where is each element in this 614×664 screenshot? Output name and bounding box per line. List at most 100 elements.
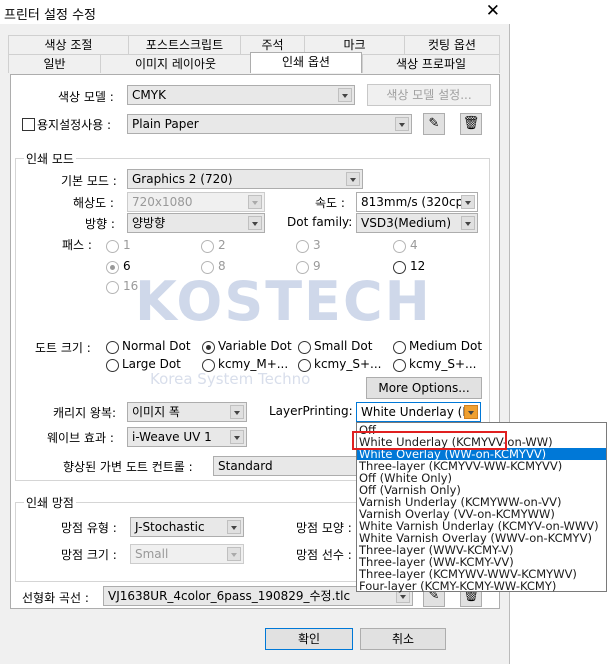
dot-family-select[interactable]: VSD3(Medium) — [356, 213, 478, 233]
highlight-box — [352, 431, 507, 450]
pass-radio-3[interactable] — [296, 240, 309, 253]
pass-radio-6[interactable] — [106, 261, 119, 274]
screen-type-label: 망점 유형 : — [61, 521, 117, 535]
tab-color-profile[interactable]: 색상 프로파일 — [362, 54, 500, 73]
pass-radio-1[interactable] — [106, 240, 119, 253]
tab-color-adjust[interactable]: 색상 조절 — [8, 35, 128, 54]
direction-select[interactable]: 양방향 — [127, 213, 265, 233]
dot-radio-kcmy-s2[interactable] — [393, 359, 406, 372]
screen-type-select[interactable]: J-Stochastic — [130, 517, 244, 537]
dot-label-kcmy-s2: kcmy_S+... — [409, 357, 477, 371]
carriage-value: 이미지 폭 — [132, 405, 180, 419]
wave-select[interactable]: i-Weave UV 1 — [127, 427, 247, 447]
screen-size-select[interactable]: Small — [130, 544, 244, 564]
screening-caption: 인쇄 망점 — [24, 494, 76, 511]
variable-dot-control-label: 향상된 가변 도트 컨트롤 : — [63, 460, 193, 474]
use-paper-settings-checkbox[interactable] — [22, 118, 35, 131]
pass-radio-2[interactable] — [201, 240, 214, 253]
paper-edit-icon[interactable]: ✎ — [423, 113, 445, 135]
pass-label-4: 4 — [410, 238, 418, 252]
screen-size-label: 망점 크기 : — [61, 548, 117, 562]
tab-print-options[interactable]: 인쇄 옵션 — [250, 52, 362, 73]
chevron-down-icon — [395, 117, 409, 131]
layer-printing-value: White Underlay (K — [361, 405, 471, 419]
window-title: 프린터 설정 수정 — [4, 8, 96, 23]
resolution-select[interactable]: 720x1080 — [127, 192, 265, 212]
screen-size-value: Small — [135, 547, 169, 561]
color-model-value: CMYK — [132, 88, 166, 102]
basic-mode-select[interactable]: Graphics 2 (720) — [127, 169, 363, 189]
pass-label-1: 1 — [123, 238, 131, 252]
variable-dot-control-value: Standard — [218, 459, 273, 473]
speed-select[interactable]: 813mm/s (320cps — [356, 192, 478, 212]
chevron-down-icon — [346, 172, 360, 186]
chevron-down-icon — [338, 88, 352, 102]
tab-general[interactable]: 일반 — [8, 54, 100, 73]
color-model-select[interactable]: CMYK — [127, 85, 355, 105]
layer-option[interactable]: Four-layer (KCMY-KCMY-WW-KCMY) — [359, 580, 556, 592]
pass-radio-8[interactable] — [201, 261, 214, 274]
dot-label-small: Small Dot — [314, 339, 373, 353]
tab-postscript[interactable]: 포스트스크립트 — [128, 35, 240, 54]
color-model-label: 색상 모델 : — [58, 90, 114, 104]
dot-label-large: Large Dot — [122, 357, 181, 371]
pass-label-3: 3 — [313, 238, 321, 252]
cancel-button[interactable]: 취소 — [360, 628, 446, 650]
direction-label: 방향 : — [85, 217, 115, 231]
pass-label-9: 9 — [313, 259, 321, 273]
linearization-label: 선형화 곡선 : — [22, 591, 89, 605]
pass-radio-12[interactable] — [393, 261, 406, 274]
pass-label-6: 6 — [123, 259, 131, 273]
use-paper-settings-label: 용지설정사용 : — [37, 118, 112, 132]
dot-size-label: 도트 크기 : — [35, 341, 91, 355]
basic-mode-label: 기본 모드 : — [61, 174, 117, 188]
close-icon[interactable]: ✕ — [486, 1, 500, 21]
chevron-down-icon — [227, 547, 241, 561]
tab-image-layout[interactable]: 이미지 레이아웃 — [100, 54, 250, 73]
print-mode-caption: 인쇄 모드 — [24, 150, 76, 167]
pass-radio-16[interactable] — [106, 281, 119, 294]
trash-icon[interactable]: 🗑 — [460, 113, 482, 135]
screen-lines-label: 망점 선수 : — [296, 548, 352, 562]
dot-family-value: VSD3(Medium) — [361, 216, 452, 230]
layer-printing-label: LayerPrinting: — [269, 404, 353, 418]
dot-radio-kcmy-s1[interactable] — [298, 359, 311, 372]
chevron-down-icon — [230, 430, 244, 444]
pass-radio-4[interactable] — [393, 240, 406, 253]
dot-family-label: Dot family: — [287, 215, 353, 229]
chevron-down-icon — [461, 216, 475, 230]
dot-radio-normal[interactable] — [106, 341, 119, 354]
more-options-button[interactable]: More Options... — [366, 377, 482, 399]
screen-shape-label: 망점 모양 : — [296, 521, 352, 535]
ok-button[interactable]: 확인 — [265, 628, 353, 650]
chevron-down-icon — [230, 405, 244, 419]
dot-radio-variable[interactable] — [202, 341, 215, 354]
chevron-down-icon — [464, 405, 478, 419]
chevron-down-icon — [461, 195, 475, 209]
wave-value: i-Weave UV 1 — [132, 430, 212, 444]
dot-label-medium: Medium Dot — [409, 339, 483, 353]
layer-printing-select[interactable]: White Underlay (K — [356, 402, 481, 422]
variable-dot-control-select[interactable]: Standard — [213, 456, 363, 476]
dot-label-kcmy-m: kcmy_M+... — [218, 357, 289, 371]
dot-radio-large[interactable] — [106, 359, 119, 372]
chevron-down-icon — [248, 195, 262, 209]
dot-radio-medium[interactable] — [393, 341, 406, 354]
tab-cutting-options[interactable]: 컷팅 옵션 — [404, 35, 500, 54]
speed-label: 속도 : — [315, 196, 345, 210]
dot-radio-kcmy-m[interactable] — [202, 359, 215, 372]
linearization-value: VJ1638UR_4color_6pass_190829_수정.tlc — [108, 589, 351, 603]
carriage-select[interactable]: 이미지 폭 — [127, 402, 247, 422]
dot-label-kcmy-s1: kcmy_S+... — [314, 357, 382, 371]
paper-select[interactable]: Plain Paper — [127, 114, 412, 134]
resolution-value: 720x1080 — [132, 195, 193, 209]
pass-label-2: 2 — [218, 238, 226, 252]
pass-radio-9[interactable] — [296, 261, 309, 274]
dot-radio-small[interactable] — [298, 341, 311, 354]
chevron-down-icon — [248, 216, 262, 230]
wave-label: 웨이브 효과 : — [47, 431, 114, 445]
pass-label-12: 12 — [410, 259, 426, 273]
pass-label: 패스 : — [62, 238, 92, 252]
color-model-settings-button[interactable]: 색상 모델 설정... — [367, 84, 491, 106]
paper-value: Plain Paper — [132, 117, 199, 131]
